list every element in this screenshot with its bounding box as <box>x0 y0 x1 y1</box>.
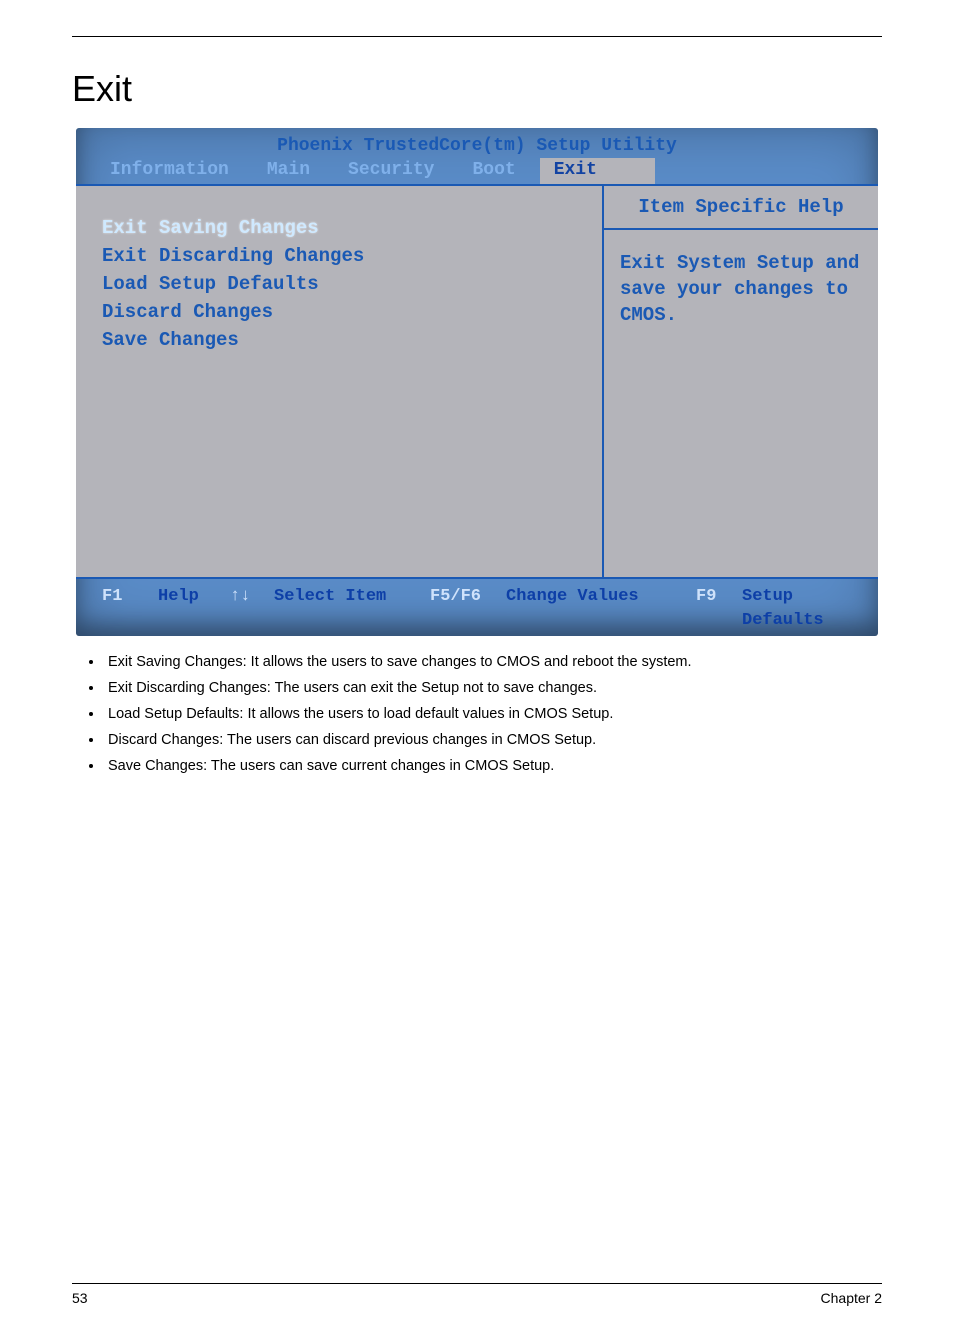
bios-body: Exit Saving Changes Exit Discarding Chan… <box>76 184 878 579</box>
help-title: Item Specific Help <box>604 186 878 228</box>
tab-information[interactable]: Information <box>96 158 253 184</box>
bios-help-pane: Item Specific Help Exit System Setup and… <box>604 186 878 577</box>
action-exit: Exit <box>158 633 230 636</box>
bios-footer: F1 Help ↑↓ Select Item F5/F6 Change Valu… <box>76 579 878 636</box>
tab-boot[interactable]: Boot <box>458 158 539 184</box>
help-body: Exit System Setup and save your changes … <box>604 230 878 338</box>
bios-menu: Exit Saving Changes Exit Discarding Chan… <box>76 186 604 577</box>
bios-tabs: Information Main Security Boot Exit <box>76 158 878 184</box>
key-f5f6: F5/F6 <box>430 585 506 633</box>
menu-exit-saving-changes[interactable]: Exit Saving Changes <box>102 214 586 242</box>
footer-rule <box>72 1283 882 1284</box>
action-execute-command: Execute Command <box>506 633 696 636</box>
tab-exit[interactable]: Exit <box>540 158 655 184</box>
action-select-item: Select Item <box>274 585 430 633</box>
action-help: Help <box>158 585 230 633</box>
list-item: Load Setup Defaults: It allows the users… <box>104 702 882 726</box>
menu-discard-changes[interactable]: Discard Changes <box>102 298 586 326</box>
chapter-label: Chapter 2 <box>821 1290 882 1306</box>
list-item: Discard Changes: The users can discard p… <box>104 728 882 752</box>
key-enter: Enter <box>430 633 506 636</box>
description-list: Exit Saving Changes: It allows the users… <box>104 650 882 780</box>
key-esc: Esc <box>102 633 158 636</box>
key-leftright: ←→ <box>230 633 274 636</box>
action-change-values: Change Values <box>506 585 696 633</box>
page-number: 53 <box>72 1290 88 1306</box>
top-rule <box>72 36 882 37</box>
tab-main[interactable]: Main <box>253 158 334 184</box>
bios-title: Phoenix TrustedCore(tm) Setup Utility <box>76 128 878 156</box>
tab-security[interactable]: Security <box>334 158 458 184</box>
key-f9: F9 <box>696 585 742 633</box>
action-setup-defaults: Setup Defaults <box>742 585 864 633</box>
list-item: Exit Saving Changes: It allows the users… <box>104 650 882 674</box>
key-f10: F10 <box>696 633 742 636</box>
list-item: Save Changes: The users can save current… <box>104 754 882 778</box>
menu-save-changes[interactable]: Save Changes <box>102 326 586 354</box>
key-updown: ↑↓ <box>230 585 274 633</box>
page-heading: Exit <box>72 68 882 110</box>
action-select-menu: Select Menu <box>274 633 430 636</box>
page-footer: 53 Chapter 2 <box>72 1283 882 1306</box>
menu-exit-discarding-changes[interactable]: Exit Discarding Changes <box>102 242 586 270</box>
menu-load-setup-defaults[interactable]: Load Setup Defaults <box>102 270 586 298</box>
key-f1: F1 <box>102 585 158 633</box>
list-item: Exit Discarding Changes: The users can e… <box>104 676 882 700</box>
action-save-and-exit: Save and Exit <box>742 633 864 636</box>
bios-screenshot: Phoenix TrustedCore(tm) Setup Utility In… <box>76 128 878 636</box>
